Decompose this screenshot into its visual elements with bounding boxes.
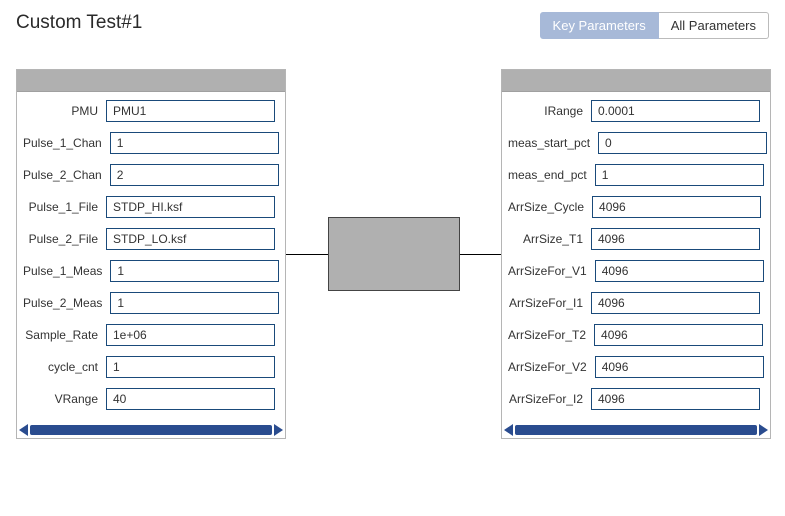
param-input[interactable]	[106, 388, 275, 410]
param-label: ArrSizeFor_I2	[508, 392, 591, 406]
param-row: Pulse_1_Chan	[23, 132, 275, 154]
param-row: PMU	[23, 100, 275, 122]
scroll-track[interactable]	[30, 425, 272, 435]
left-panel-header	[17, 70, 285, 92]
param-row: ArrSizeFor_I1	[508, 292, 760, 314]
param-label: Pulse_1_Meas	[23, 264, 110, 278]
param-row: ArrSizeFor_I2	[508, 388, 760, 410]
right-panel-header	[502, 70, 770, 92]
scroll-left-icon[interactable]	[19, 424, 28, 436]
param-input[interactable]	[591, 388, 760, 410]
param-label: IRange	[508, 104, 591, 118]
param-input[interactable]	[598, 132, 767, 154]
param-label: ArrSize_Cycle	[508, 200, 592, 214]
param-row: Pulse_2_File	[23, 228, 275, 250]
scroll-left-icon[interactable]	[504, 424, 513, 436]
param-label: meas_end_pct	[508, 168, 595, 182]
param-input[interactable]	[591, 100, 760, 122]
left-param-panel: PMU Pulse_1_Chan Pulse_2_Chan Pulse_1_File P…	[16, 69, 286, 439]
right-param-panel: IRange meas_start_pct meas_end_pct ArrSize_…	[501, 69, 771, 439]
param-label: VRange	[23, 392, 106, 406]
param-label: Pulse_1_Chan	[23, 136, 110, 150]
param-row: meas_end_pct	[508, 164, 760, 186]
param-input[interactable]	[595, 356, 764, 378]
right-panel-scrollbar[interactable]	[502, 424, 770, 438]
param-label: Pulse_2_Chan	[23, 168, 110, 182]
param-label: cycle_cnt	[23, 360, 106, 374]
param-input[interactable]	[595, 164, 764, 186]
param-row: Pulse_1_File	[23, 196, 275, 218]
param-label: Pulse_2_File	[23, 232, 106, 246]
param-input[interactable]	[591, 292, 760, 314]
param-row: ArrSize_T1	[508, 228, 760, 250]
wire-left	[286, 254, 328, 255]
param-input[interactable]	[591, 228, 760, 250]
param-row: ArrSizeFor_T2	[508, 324, 760, 346]
param-input[interactable]	[110, 260, 279, 282]
param-label: ArrSizeFor_V2	[508, 360, 595, 374]
param-label: meas_start_pct	[508, 136, 598, 150]
tab-key-parameters[interactable]: Key Parameters	[540, 12, 659, 39]
device-block[interactable]	[328, 217, 460, 291]
param-input[interactable]	[106, 100, 275, 122]
param-label: Sample_Rate	[23, 328, 106, 342]
param-label: PMU	[23, 104, 106, 118]
param-tab-group: Key Parameters All Parameters	[540, 12, 769, 39]
wire-right	[460, 254, 501, 255]
param-row: ArrSizeFor_V1	[508, 260, 760, 282]
param-row: ArrSizeFor_V2	[508, 356, 760, 378]
param-input[interactable]	[110, 292, 279, 314]
param-input[interactable]	[106, 228, 275, 250]
scroll-track[interactable]	[515, 425, 757, 435]
param-label: ArrSizeFor_I1	[508, 296, 591, 310]
scroll-right-icon[interactable]	[274, 424, 283, 436]
param-label: Pulse_1_File	[23, 200, 106, 214]
param-label: ArrSizeFor_V1	[508, 264, 595, 278]
param-input[interactable]	[594, 324, 763, 346]
param-row: Pulse_1_Meas	[23, 260, 275, 282]
param-row: Pulse_2_Meas	[23, 292, 275, 314]
param-input[interactable]	[595, 260, 764, 282]
scroll-right-icon[interactable]	[759, 424, 768, 436]
param-row: IRange	[508, 100, 760, 122]
left-panel-scrollbar[interactable]	[17, 424, 285, 438]
param-input[interactable]	[110, 132, 279, 154]
param-input[interactable]	[106, 324, 275, 346]
param-row: VRange	[23, 388, 275, 410]
param-input[interactable]	[106, 356, 275, 378]
param-row: cycle_cnt	[23, 356, 275, 378]
page-title: Custom Test#1	[16, 12, 142, 34]
param-row: Pulse_2_Chan	[23, 164, 275, 186]
param-input[interactable]	[592, 196, 761, 218]
param-row: meas_start_pct	[508, 132, 760, 154]
param-label: Pulse_2_Meas	[23, 296, 110, 310]
tab-all-parameters[interactable]: All Parameters	[659, 12, 769, 39]
param-label: ArrSize_T1	[508, 232, 591, 246]
param-label: ArrSizeFor_T2	[508, 328, 594, 342]
diagram-canvas: PMU Pulse_1_Chan Pulse_2_Chan Pulse_1_File P…	[16, 69, 771, 487]
param-input[interactable]	[106, 196, 275, 218]
param-row: Sample_Rate	[23, 324, 275, 346]
param-row: ArrSize_Cycle	[508, 196, 760, 218]
param-input[interactable]	[110, 164, 279, 186]
